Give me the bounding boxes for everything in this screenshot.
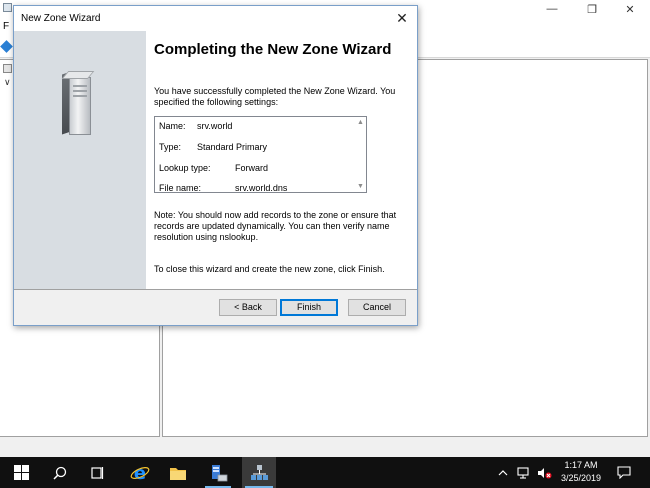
volume-muted-icon[interactable] [537, 457, 552, 488]
finish-button[interactable]: Finish [280, 299, 338, 316]
dns-manager-app-icon [3, 3, 12, 12]
window-close-button[interactable]: ✕ [614, 0, 646, 18]
setting-value: srv.world.dns [235, 183, 288, 193]
wizard-button-bar: < Back Finish Cancel [14, 290, 417, 325]
scroll-down-icon[interactable]: ▼ [356, 182, 365, 191]
svg-text:e: e [134, 463, 146, 483]
setting-file-row: File name: srv.world.dns [159, 183, 287, 193]
setting-key: File name: [159, 183, 202, 193]
file-explorer-icon[interactable] [162, 457, 194, 488]
notifications-icon[interactable] [617, 457, 631, 488]
cancel-button[interactable]: Cancel [348, 299, 406, 316]
setting-value: srv.world [197, 121, 233, 131]
back-button[interactable]: < Back [219, 299, 277, 316]
taskbar: e 1:17 AM 3/25/2019 [0, 457, 650, 488]
minimize-button[interactable]: — [536, 0, 568, 18]
setting-key: Lookup type: [159, 163, 211, 173]
restore-button[interactable]: ❐ [576, 0, 608, 18]
search-icon[interactable] [45, 457, 75, 488]
windows-start-icon[interactable] [6, 457, 36, 488]
setting-key: Type: [159, 142, 182, 152]
chevron-up-icon[interactable] [498, 457, 508, 488]
system-clock[interactable]: 1:17 AM 3/25/2019 [553, 459, 609, 485]
finish-hint-text: To close this wizard and create the new … [154, 264, 385, 274]
dns-node-icon [3, 64, 12, 73]
server-tower-icon [61, 71, 96, 135]
dns-manager-icon[interactable] [242, 457, 276, 488]
network-icon[interactable] [517, 457, 531, 488]
setting-name-row: Name: srv.world [159, 121, 232, 131]
wizard-heading: Completing the New Zone Wizard [154, 41, 392, 58]
scroll-up-icon[interactable]: ▲ [356, 118, 365, 127]
wizard-sidebar [14, 31, 146, 289]
wizard-intro-text: You have successfully completed the New … [154, 86, 396, 107]
settings-scrollbar[interactable]: ▲ ▼ [355, 117, 366, 192]
menu-file[interactable]: F [3, 21, 9, 32]
clock-time: 1:17 AM [564, 460, 598, 470]
setting-value: Forward [235, 163, 269, 173]
server-manager-icon[interactable] [202, 457, 234, 488]
back-arrow-icon[interactable] [0, 40, 13, 53]
dialog-titlebar[interactable]: New Zone Wizard ✕ [14, 6, 417, 31]
setting-lookup-row: Lookup type: Forward [159, 163, 268, 173]
wizard-note-text: Note: You should now add records to the … [154, 210, 397, 242]
dialog-title: New Zone Wizard [21, 13, 101, 24]
dialog-close-button[interactable]: ✕ [393, 9, 411, 27]
clock-date: 3/25/2019 [560, 473, 602, 483]
internet-explorer-icon[interactable]: e [124, 457, 156, 488]
wizard-content: Completing the New Zone Wizard You have … [154, 31, 414, 289]
expand-chevron-icon[interactable]: ∨ [4, 77, 11, 88]
task-view-icon[interactable] [82, 457, 112, 488]
setting-type-row: Type: Standard Primary [159, 142, 267, 152]
settings-summary-box[interactable]: Name: srv.world Type: Standard Primary L… [154, 116, 367, 193]
new-zone-wizard-dialog: New Zone Wizard ✕ Completing the New Zon… [13, 5, 418, 326]
setting-key: Name: [159, 121, 186, 131]
setting-value: Standard Primary [197, 142, 268, 152]
